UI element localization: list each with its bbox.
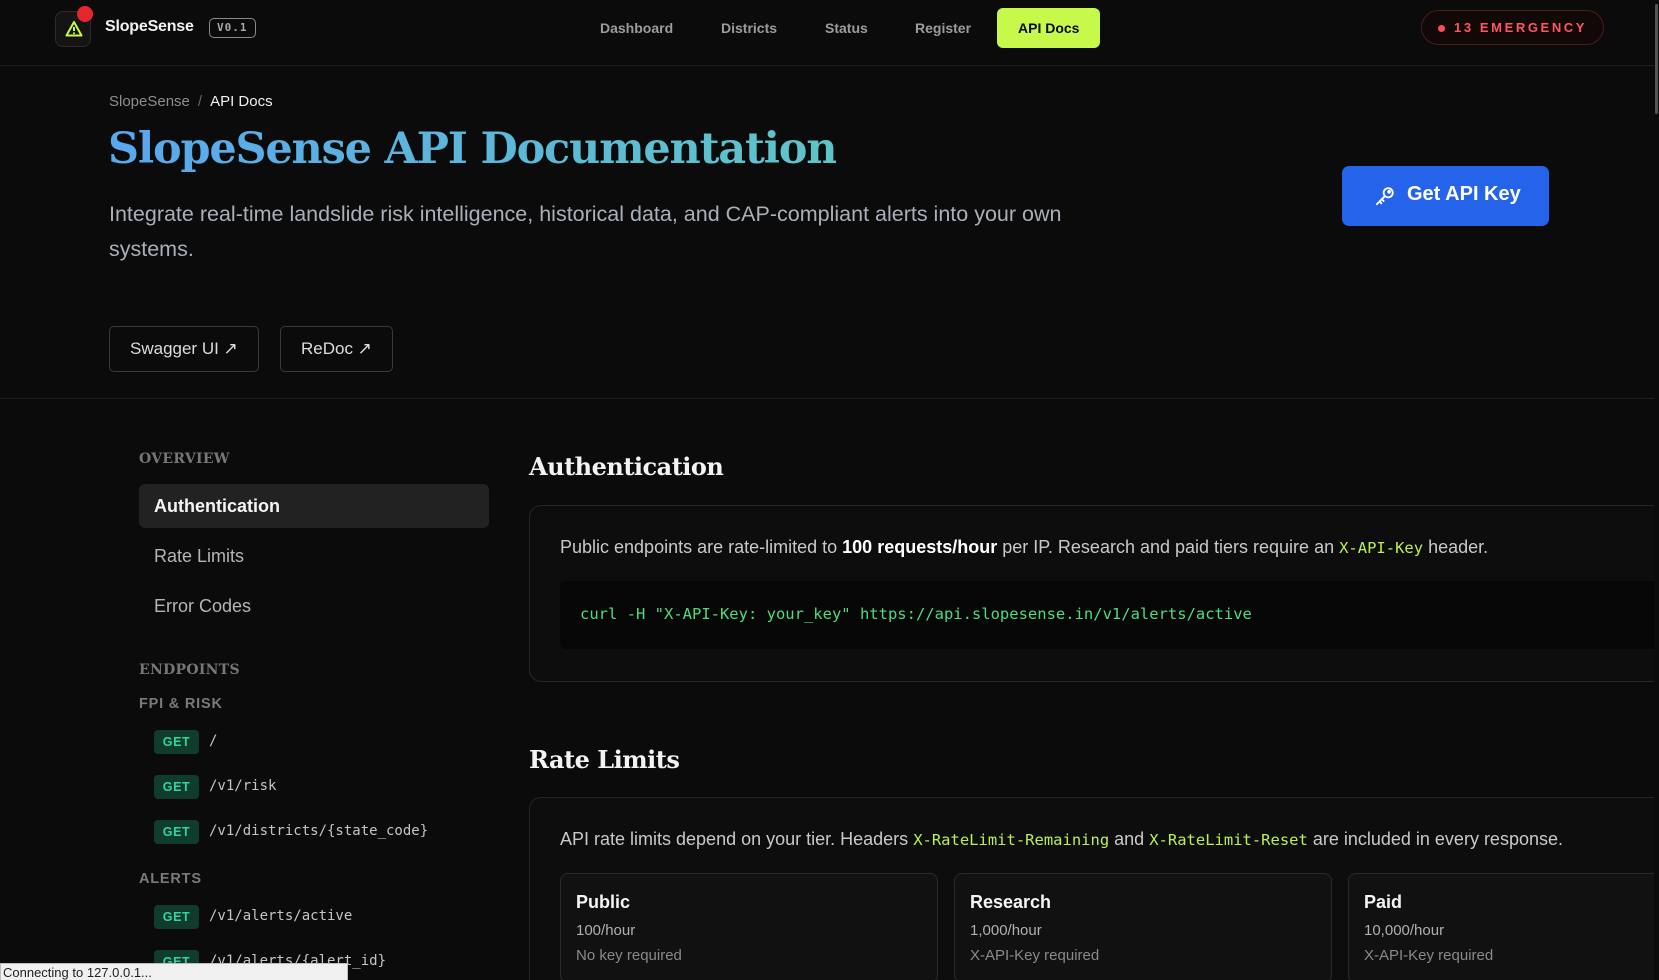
page-scrollbar-thumb[interactable] xyxy=(1655,4,1658,114)
redoc-button[interactable]: ReDoc ↗ xyxy=(280,326,393,372)
sidebar-group-alerts: ALERTS xyxy=(139,871,202,887)
key-icon xyxy=(1375,187,1394,206)
nav-dashboard[interactable]: Dashboard xyxy=(600,20,673,36)
sidebar-item-authentication[interactable]: Authentication xyxy=(139,484,489,528)
nav-status[interactable]: Status xyxy=(825,20,868,36)
sidebar-group-fpi-risk: FPI & RISK xyxy=(139,696,223,712)
breadcrumb: SlopeSense / API Docs xyxy=(109,93,273,110)
tier-key-requirement: X-API-Key required xyxy=(1364,947,1494,964)
breadcrumb-separator: / xyxy=(197,93,203,110)
tier-key-requirement: X-API-Key required xyxy=(970,947,1100,964)
notification-dot xyxy=(77,6,93,22)
rate-text: API rate limits depend on your tier. Hea… xyxy=(560,829,914,849)
sidebar-item-rate-limits[interactable]: Rate Limits xyxy=(139,534,489,578)
sidebar-item-error-codes[interactable]: Error Codes xyxy=(139,584,489,628)
tier-card-research: Research 1,000/hour X-API-Key required xyxy=(954,873,1332,980)
warning-triangle-icon xyxy=(65,21,83,37)
method-badge: GET xyxy=(154,775,199,799)
curl-command: curl -H "X-API-Key: your_key" https://ap… xyxy=(580,605,1252,623)
api-key-header-code: X-API-Key xyxy=(1339,539,1424,557)
tier-card-public: Public 100/hour No key required xyxy=(560,873,938,980)
breadcrumb-home[interactable]: SlopeSense xyxy=(109,93,190,110)
breadcrumb-current: API Docs xyxy=(210,93,273,110)
tier-name: Public xyxy=(576,892,631,912)
curl-code-block[interactable]: curl -H "X-API-Key: your_key" https://ap… xyxy=(560,581,1659,649)
endpoint-path: /v1/alerts/active xyxy=(209,908,353,924)
ratelimit-reset-code: X-RateLimit-Reset xyxy=(1149,831,1308,849)
get-api-key-button[interactable]: Get API Key xyxy=(1342,166,1549,226)
method-badge: GET xyxy=(154,905,199,929)
auth-text: Public endpoints are rate-limited to xyxy=(560,537,843,557)
auth-text: header. xyxy=(1423,537,1489,557)
page-scrollbar-track[interactable] xyxy=(1654,0,1659,980)
nav-api-docs[interactable]: API Docs xyxy=(997,8,1101,48)
tier-card-paid: Paid 10,000/hour X-API-Key required xyxy=(1348,873,1659,980)
emergency-badge[interactable]: 13 EMERGENCY xyxy=(1421,10,1604,45)
browser-status-bar: Connecting to 127.0.0.1... xyxy=(0,963,348,980)
nav-register[interactable]: Register xyxy=(915,20,971,36)
page-title: SlopeSense API Documentation xyxy=(108,124,837,174)
auth-rate-highlight: 100 requests/hour xyxy=(842,537,998,557)
emergency-dot-icon xyxy=(1438,25,1445,32)
rate-text: and xyxy=(1109,829,1150,849)
version-badge: V0.1 xyxy=(209,18,256,38)
brand-name[interactable]: SlopeSense xyxy=(105,18,194,36)
auth-text: per IP. Research and paid tiers require … xyxy=(997,537,1340,557)
page-subtitle: Integrate real-time landslide risk intel… xyxy=(109,202,1062,261)
nav-districts[interactable]: Districts xyxy=(721,20,777,36)
tier-name: Paid xyxy=(1364,892,1403,912)
tier-key-requirement: No key required xyxy=(576,947,682,964)
sidebar-heading-endpoints: ENDPOINTS xyxy=(139,662,240,678)
ratelimit-remaining-code: X-RateLimit-Remaining xyxy=(913,831,1110,849)
sidebar-heading-overview: OVERVIEW xyxy=(139,451,230,467)
rate-text: are included in every response. xyxy=(1307,829,1563,849)
top-navbar: SlopeSense V0.1 Dashboard Districts Stat… xyxy=(0,0,1659,66)
section-heading-rate-limits: Rate Limits xyxy=(529,745,680,774)
tier-rate: 100/hour xyxy=(576,922,636,939)
authentication-description: Public endpoints are rate-limited to 100… xyxy=(560,537,1488,558)
get-api-key-label: Get API Key xyxy=(1407,183,1521,205)
endpoint-path: / xyxy=(209,733,218,749)
endpoint-path: /v1/districts/{state_code} xyxy=(209,823,429,839)
method-badge: GET xyxy=(154,730,199,754)
tier-rate: 10,000/hour xyxy=(1364,922,1445,939)
section-heading-authentication: Authentication xyxy=(529,452,724,481)
section-divider xyxy=(0,398,1659,399)
swagger-ui-button[interactable]: Swagger UI ↗ xyxy=(109,326,259,372)
emergency-count: 13 EMERGENCY xyxy=(1454,20,1588,35)
method-badge: GET xyxy=(154,820,199,844)
tier-rate: 1,000/hour xyxy=(970,922,1042,939)
tier-name: Research xyxy=(970,892,1052,912)
endpoint-path: /v1/risk xyxy=(209,778,277,794)
rate-limits-description: API rate limits depend on your tier. Hea… xyxy=(560,829,1563,850)
